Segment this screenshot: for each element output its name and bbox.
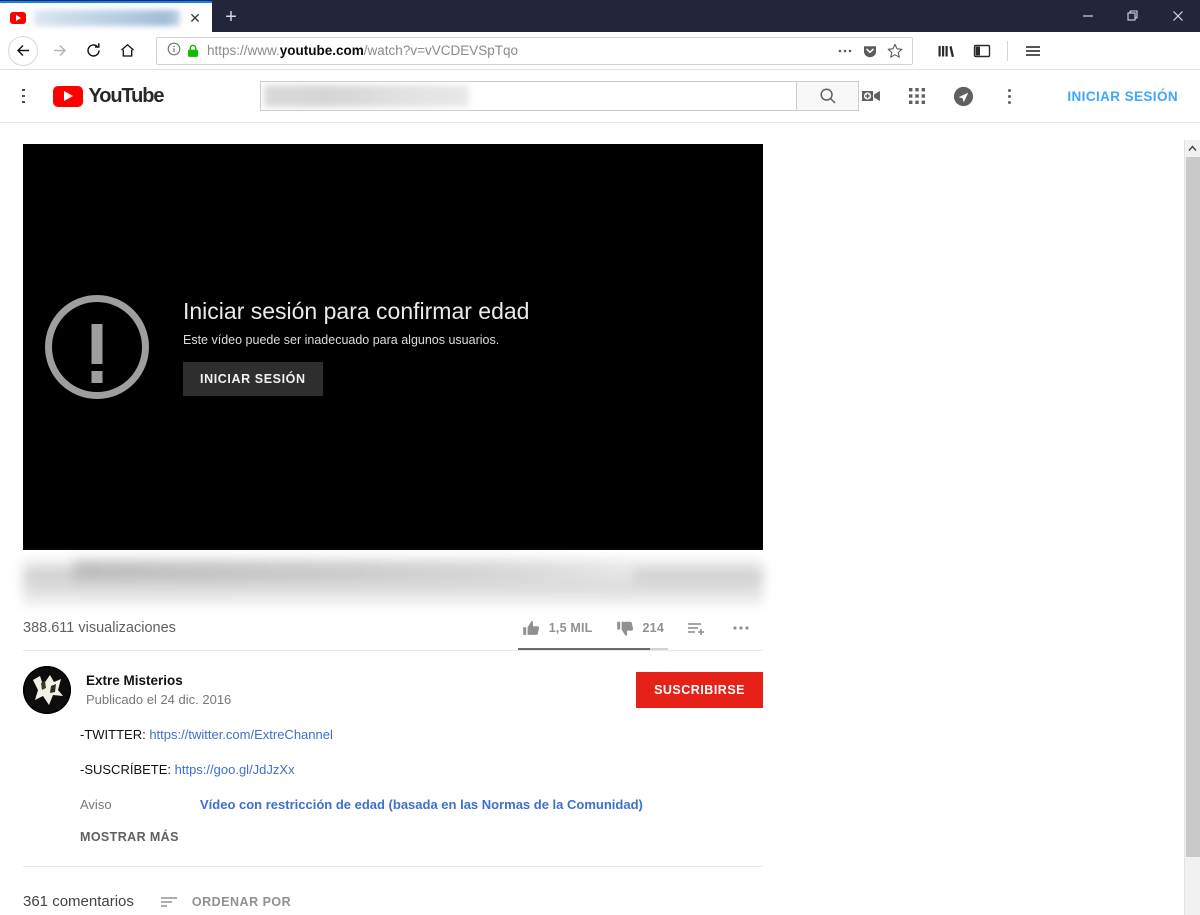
dislike-count: 214 [642,621,664,635]
youtube-favicon-icon [10,11,26,24]
youtube-logo[interactable]: YouTube [53,84,164,108]
new-tab-button[interactable]: + [212,2,250,32]
minimize-icon[interactable] [1065,0,1110,32]
secure-lock-icon[interactable] [187,44,199,58]
search-form [260,81,860,111]
page-scrollbar[interactable] [1184,140,1200,915]
video-player[interactable]: Iniciar sesión para confirmar edad Este … [23,144,763,550]
masthead-buttons: INICIAR SESIÓN [859,84,1184,108]
messages-icon[interactable] [951,84,975,108]
restore-icon[interactable] [1110,0,1155,32]
thumbs-up-icon [522,620,539,635]
close-icon[interactable]: ✕ [186,9,204,27]
comments-header: 361 comentarios ORDENAR POR [23,867,763,910]
player-signin-button[interactable]: INICIAR SESIÓN [183,362,323,396]
url-text: https://www.youtube.com/watch?v=vVCDEVSp… [207,43,518,58]
player-age-subtitle: Este vídeo puede ser inadecuado para alg… [183,333,500,347]
scroll-up-icon[interactable] [1185,140,1200,157]
like-ratio-bar [518,648,668,650]
youtube-masthead: YouTube INICIAR SESIÓN [0,70,1200,123]
close-icon[interactable] [1155,0,1200,32]
create-video-icon[interactable] [859,84,883,108]
search-icon [820,88,836,104]
firefox-browser-window: ✕ + https://www.youtube.com/watch?v=vVCD… [0,0,1200,915]
subscribe-button[interactable]: SUSCRIBIRSE [636,672,763,708]
navigation-toolbar: https://www.youtube.com/watch?v=vVCDEVSp… [0,32,1200,70]
video-actions: 1,5 MIL 214 [510,618,763,639]
notice-label: Aviso [80,797,112,812]
description-line-twitter: -TWITTER: https://twitter.com/ExtreChann… [80,727,333,742]
home-icon[interactable] [110,34,144,68]
add-to-playlist-icon [688,623,704,635]
save-to-playlist-button[interactable] [675,618,719,638]
sort-icon [160,896,177,907]
youtube-page: YouTube INICIAR SESIÓN Iniciar sesión pa… [0,70,1200,915]
age-restriction-notice: Aviso Vídeo con restricción de edad (bas… [80,797,763,812]
channel-row: Extre Misterios Publicado el 24 dic. 201… [23,651,763,727]
publish-date: Publicado el 24 dic. 2016 [86,692,232,707]
toolbar-divider [1007,40,1008,61]
twitter-link[interactable]: https://twitter.com/ExtreChannel [149,727,333,742]
window-controls [1065,0,1200,32]
library-icon[interactable] [929,34,963,68]
more-actions-icon [733,626,749,630]
youtube-play-icon [53,85,84,107]
url-bar[interactable]: https://www.youtube.com/watch?v=vVCDEVSp… [156,36,913,65]
toolbar-right-buttons [923,34,1050,68]
like-count: 1,5 MIL [548,621,593,635]
channel-name[interactable]: Extre Misterios [86,673,231,688]
player-age-title: Iniciar sesión para confirmar edad [183,298,530,324]
settings-more-icon[interactable] [997,84,1021,108]
search-button[interactable] [797,81,860,111]
show-more-button[interactable]: MOSTRAR MÁS [80,830,763,866]
apps-grid-icon[interactable] [905,84,929,108]
forward-arrow-icon [42,34,76,68]
comments-sort-button[interactable]: ORDENAR POR [160,894,291,910]
exclamation-circle-icon [45,295,149,399]
tab-bar: ✕ + [0,0,1200,32]
page-info-icon[interactable] [167,42,181,59]
thumbs-down-icon [616,621,633,636]
channel-avatar[interactable] [23,666,71,714]
hamburger-menu-icon[interactable] [1016,34,1050,68]
guide-hamburger-icon[interactable] [22,89,26,103]
page-actions-icon[interactable] [837,44,853,58]
view-count: 388.611 visualizaciones [23,620,176,636]
more-actions-button[interactable] [719,618,763,638]
description-line-subscribe: -SUSCRÍBETE: https://goo.gl/JdJzXx [80,762,295,777]
scrollbar-thumb[interactable] [1186,157,1200,857]
like-button[interactable]: 1,5 MIL [510,618,604,639]
signin-link[interactable]: INICIAR SESIÓN [1067,89,1178,104]
bookmark-star-icon[interactable] [887,43,903,59]
comment-count: 361 comentarios [23,893,134,910]
notice-text[interactable]: Vídeo con restricción de edad (basada en… [200,797,643,812]
back-arrow-icon[interactable] [8,35,38,66]
video-description: -TWITTER: https://twitter.com/ExtreChann… [23,727,763,866]
sort-label: ORDENAR POR [191,894,292,909]
reload-icon[interactable] [76,34,110,68]
search-input[interactable] [260,81,798,111]
video-title-redacted [23,560,763,606]
dislike-button[interactable]: 214 [604,618,675,639]
browser-tab[interactable]: ✕ [0,1,212,32]
video-meta-row: 388.611 visualizaciones 1,5 MIL 214 [23,606,763,650]
pocket-icon[interactable] [862,43,878,59]
watch-content-column: Iniciar sesión para confirmar edad Este … [0,144,1200,910]
youtube-logo-text: YouTube [88,84,164,107]
subscribe-link[interactable]: https://goo.gl/JdJzXx [175,762,295,777]
search-value-redacted [264,85,470,107]
tab-title-redacted [34,9,180,26]
sidebar-icon[interactable] [965,34,999,68]
